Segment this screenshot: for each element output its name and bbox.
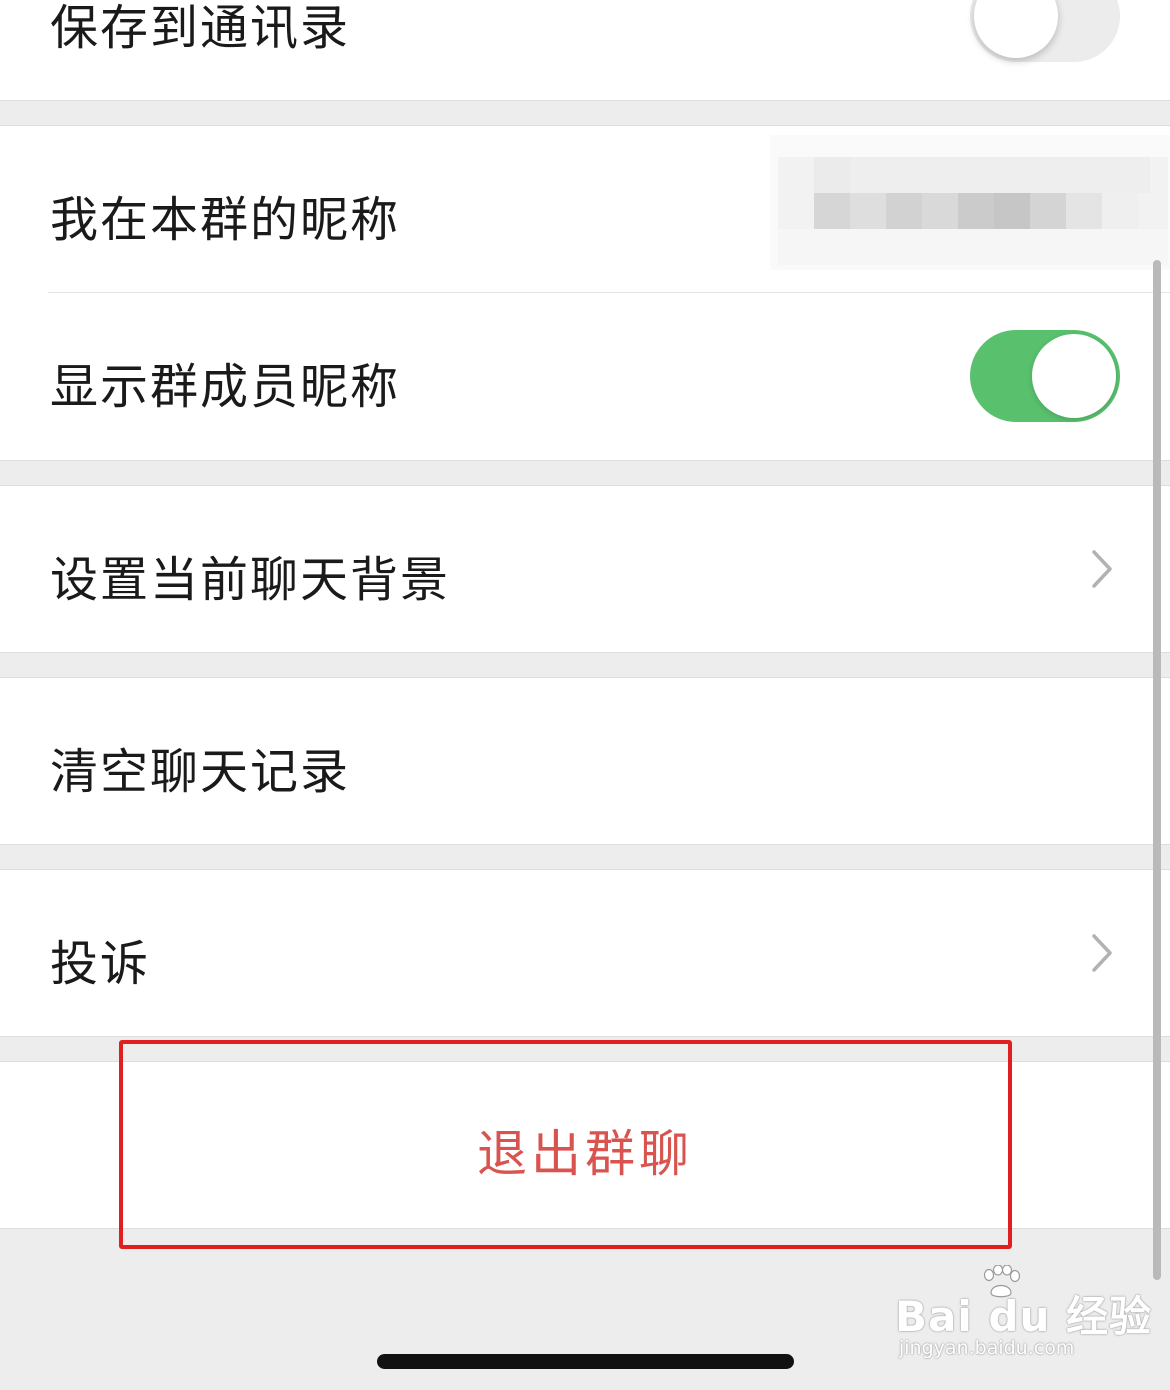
scroll-indicator[interactable] <box>1153 260 1161 1280</box>
group-chat-settings-page: 保存到通讯录 我在本群的昵称 显示群成员昵称 设置当前聊天背景 清空聊天记录 投… <box>0 0 1170 1390</box>
save-to-contacts-row[interactable]: 保存到通讯录 <box>0 0 1170 100</box>
section-separator <box>0 652 1170 653</box>
highlight-annotation-box <box>119 1040 1012 1249</box>
complain-label: 投诉 <box>50 936 151 992</box>
save-to-contacts-label: 保存到通讯录 <box>50 0 351 56</box>
baidu-watermark: Bai du 经验 jingyan.baidu.com <box>895 1265 1151 1365</box>
section-separator <box>0 844 1170 845</box>
show-member-nicknames-label: 显示群成员昵称 <box>50 359 401 415</box>
switch-knob <box>974 0 1058 58</box>
watermark-brand: Bai du 经验 <box>895 1292 1152 1341</box>
save-to-contacts-switch[interactable] <box>970 0 1120 62</box>
chat-background-row[interactable]: 设置当前聊天背景 <box>0 486 1170 652</box>
chat-background-label: 设置当前聊天背景 <box>50 552 451 608</box>
clear-history-label: 清空聊天记录 <box>50 744 351 800</box>
home-indicator[interactable] <box>377 1354 794 1369</box>
clear-history-row[interactable]: 清空聊天记录 <box>0 678 1170 844</box>
nickname-value-blurred <box>770 135 1170 270</box>
section-separator <box>0 100 1170 101</box>
chevron-right-icon <box>1092 550 1112 588</box>
section-separator <box>0 1036 1170 1037</box>
show-member-nicknames-row[interactable]: 显示群成员昵称 <box>0 293 1170 460</box>
chevron-right-icon <box>1092 934 1112 972</box>
switch-knob <box>1032 334 1116 418</box>
complain-row[interactable]: 投诉 <box>0 870 1170 1036</box>
my-group-nickname-label: 我在本群的昵称 <box>50 192 401 248</box>
show-member-nicknames-switch[interactable] <box>970 330 1120 422</box>
section-separator <box>0 460 1170 461</box>
watermark-url: jingyan.baidu.com <box>899 1337 1075 1359</box>
